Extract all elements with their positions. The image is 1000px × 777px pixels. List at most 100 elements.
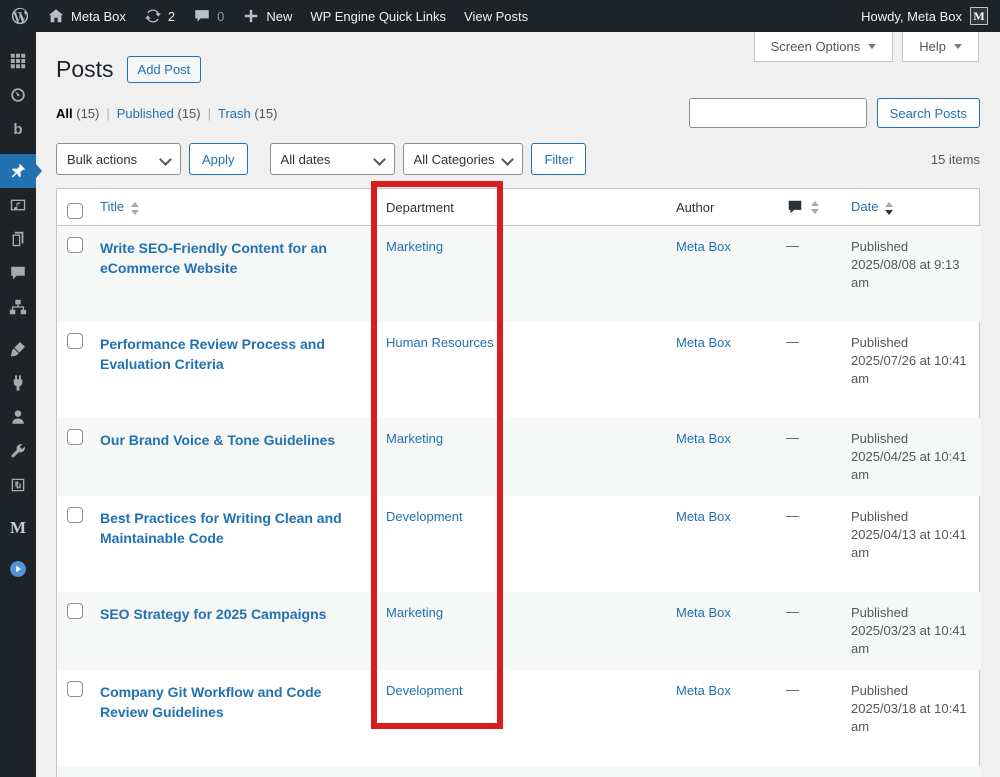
screen-options-button[interactable]: Screen Options: [754, 32, 894, 62]
pages-icon: [9, 230, 27, 248]
column-header-title[interactable]: Title: [90, 189, 376, 226]
row-checkbox[interactable]: [67, 429, 83, 445]
department-link[interactable]: Development: [386, 683, 463, 698]
categories-filter-select[interactable]: All Categories: [403, 143, 524, 175]
view-posts-link[interactable]: View Posts: [455, 0, 537, 32]
post-status-views: All (15)|Published (15)|Trash (15): [56, 106, 277, 121]
grid-icon: [9, 52, 27, 70]
view-filter-published[interactable]: Published: [117, 106, 174, 121]
table-row: Write SEO-Friendly Content for an eComme…: [57, 226, 981, 323]
sidebar-item-plugins[interactable]: [0, 366, 36, 400]
author-link[interactable]: Meta Box: [676, 431, 731, 446]
row-checkbox[interactable]: [67, 237, 83, 253]
sidebar-item-grid[interactable]: [0, 44, 36, 78]
comment-header-icon: [786, 198, 804, 216]
post-title-link[interactable]: Write SEO-Friendly Content for an eComme…: [100, 238, 366, 278]
filter-button[interactable]: Filter: [531, 143, 586, 175]
view-filter-trash[interactable]: Trash: [218, 106, 251, 121]
sidebar-item-b-plugin[interactable]: b: [0, 112, 36, 146]
add-post-button[interactable]: Add Post: [127, 56, 202, 83]
apply-button[interactable]: Apply: [189, 143, 248, 175]
table-row: Best Practices for Writing Clean and Mai…: [57, 496, 981, 592]
post-date: 2025/04/13 at 10:41 am: [851, 526, 971, 562]
row-checkbox[interactable]: [67, 507, 83, 523]
sitemap-icon: [9, 298, 27, 316]
post-date: 2025/03/18 at 10:41 am: [851, 700, 971, 736]
author-link[interactable]: Meta Box: [676, 683, 731, 698]
post-date: 2025/08/08 at 9:13 am: [851, 256, 971, 292]
post-title-link[interactable]: Company Git Workflow and Code Review Gui…: [100, 682, 366, 722]
author-link[interactable]: Meta Box: [676, 605, 731, 620]
column-header-date[interactable]: Date: [841, 189, 981, 226]
wp-engine-quick-links[interactable]: WP Engine Quick Links: [301, 0, 455, 32]
search-input[interactable]: [689, 98, 867, 128]
help-label: Help: [919, 39, 946, 54]
pin-icon: [9, 162, 27, 180]
post-title-link[interactable]: Performance Review Process and Evaluatio…: [100, 334, 366, 374]
comments-value: —: [786, 604, 799, 619]
comments-item[interactable]: 0: [184, 0, 233, 32]
comments-value: —: [786, 334, 799, 349]
department-link[interactable]: Marketing: [386, 431, 443, 446]
new-item[interactable]: New: [233, 0, 301, 32]
row-checkbox[interactable]: [67, 333, 83, 349]
post-title-link[interactable]: SEO Strategy for 2025 Campaigns: [100, 604, 326, 624]
howdy-text[interactable]: Howdy, Meta Box: [861, 9, 962, 24]
sort-icon: [885, 202, 893, 215]
view-filter-all[interactable]: All: [56, 106, 73, 121]
department-link[interactable]: Marketing: [386, 605, 443, 620]
select-all-checkbox[interactable]: [67, 203, 83, 219]
search-posts-button[interactable]: Search Posts: [877, 98, 980, 128]
view-count: (15): [174, 106, 201, 121]
row-checkbox[interactable]: [67, 603, 83, 619]
plug-icon: [9, 374, 27, 392]
brush-icon: [9, 340, 27, 358]
sort-icon: [131, 202, 139, 215]
sidebar-item-users[interactable]: [0, 400, 36, 434]
comments-value: —: [786, 430, 799, 445]
post-title-link[interactable]: Our Brand Voice & Tone Guidelines: [100, 430, 335, 450]
updates-count: 2: [168, 9, 175, 24]
department-link[interactable]: Human Resources: [386, 335, 494, 350]
comments-bubble-icon: [193, 7, 211, 25]
sidebar-item-pages[interactable]: [0, 222, 36, 256]
sidebar-item-media-play[interactable]: [0, 552, 36, 586]
wordpress-menu-item[interactable]: [0, 0, 38, 32]
play-icon: [9, 560, 27, 578]
users-icon: [9, 408, 27, 426]
department-link[interactable]: Development: [386, 509, 463, 524]
post-status: Published: [851, 430, 971, 448]
post-date: 2025/04/25 at 10:41 am: [851, 448, 971, 484]
sidebar-item-media[interactable]: [0, 188, 36, 222]
department-link[interactable]: Marketing: [386, 239, 443, 254]
b-letter-icon: b: [13, 122, 22, 137]
sidebar-item-settings[interactable]: [0, 468, 36, 502]
new-label: New: [266, 9, 292, 24]
sidebar-item-posts[interactable]: [0, 154, 36, 188]
avatar[interactable]: M: [970, 7, 988, 25]
site-name-item[interactable]: Meta Box: [38, 0, 135, 32]
column-header-comments[interactable]: [776, 189, 841, 226]
sidebar-item-meta-box[interactable]: M: [0, 510, 36, 544]
dates-filter-select[interactable]: All dates: [270, 143, 395, 175]
sidebar-item-comments[interactable]: [0, 256, 36, 290]
sidebar-item-tools[interactable]: [0, 434, 36, 468]
page-title: Posts: [56, 55, 114, 84]
sidebar-item-dashboard[interactable]: [0, 78, 36, 112]
view-count: (15): [251, 106, 278, 121]
bulk-actions-select[interactable]: Bulk actions: [56, 143, 181, 175]
sidebar-item-appearance[interactable]: [0, 332, 36, 366]
help-button[interactable]: Help: [902, 32, 979, 62]
posts-table-body: Write SEO-Friendly Content for an eComme…: [57, 226, 981, 777]
m-letter-icon: M: [10, 519, 26, 536]
author-link[interactable]: Meta Box: [676, 239, 731, 254]
row-checkbox[interactable]: [67, 681, 83, 697]
author-link[interactable]: Meta Box: [676, 335, 731, 350]
post-title-link[interactable]: Best Practices for Writing Clean and Mai…: [100, 508, 366, 548]
media-icon: [9, 196, 27, 214]
sidebar-item-sitemap[interactable]: [0, 290, 36, 324]
wordpress-logo-icon: [11, 7, 29, 25]
author-link[interactable]: Meta Box: [676, 509, 731, 524]
view-separator: |: [208, 106, 211, 121]
updates-item[interactable]: 2: [135, 0, 184, 32]
